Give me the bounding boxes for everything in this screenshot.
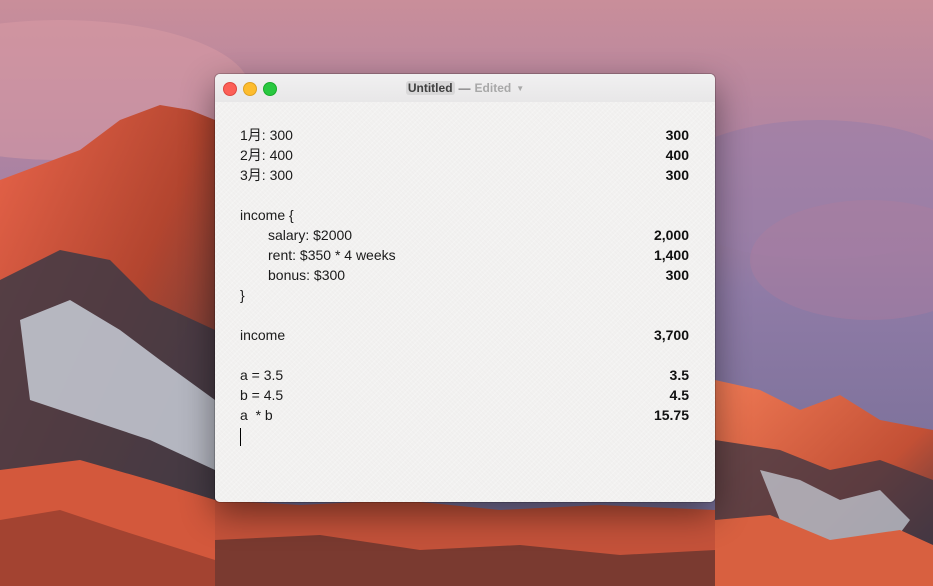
line-result: 4.5 bbox=[669, 387, 689, 403]
chevron-down-icon[interactable]: ▼ bbox=[516, 84, 524, 93]
line-result: 300 bbox=[665, 127, 689, 143]
document-editor[interactable]: 1月: 300 300 2月: 400 400 3月: 300 300 inco… bbox=[215, 102, 715, 502]
calc-line: salary: $2000 2,000 bbox=[240, 225, 689, 245]
line-expression: rent: $350 * 4 weeks bbox=[268, 247, 396, 263]
line-expression: bonus: $300 bbox=[268, 267, 346, 283]
app-window: Untitled — Edited ▼ 1月: 300 300 2月: 400 … bbox=[215, 74, 715, 502]
line-result: 1,400 bbox=[653, 247, 689, 263]
line-expression: 1月: 300 bbox=[240, 127, 293, 143]
text-cursor bbox=[240, 428, 241, 446]
line-expression: a = 3.5 bbox=[240, 367, 284, 383]
title-separator: — bbox=[458, 81, 471, 95]
calc-line: a = 3.5 3.5 bbox=[240, 365, 689, 385]
calc-line: income 3,700 bbox=[240, 325, 689, 345]
line-result: 2,000 bbox=[653, 227, 689, 243]
line-expression: } bbox=[240, 287, 245, 303]
calc-line: 1月: 300 300 bbox=[240, 125, 689, 145]
calc-line: 3月: 300 300 bbox=[240, 165, 689, 185]
calc-line: 2月: 400 400 bbox=[240, 145, 689, 165]
calc-line: } bbox=[240, 285, 689, 305]
calc-line: income { bbox=[240, 205, 689, 225]
line-result: 15.75 bbox=[653, 407, 689, 423]
calc-line: a * b 15.75 bbox=[240, 405, 689, 425]
line-expression: 2月: 400 bbox=[240, 147, 293, 163]
line-result: 3.5 bbox=[669, 367, 689, 383]
line-result: 3,700 bbox=[653, 327, 689, 343]
window-title: Untitled — Edited ▼ bbox=[215, 74, 715, 102]
calc-line: rent: $350 * 4 weeks 1,400 bbox=[240, 245, 689, 265]
line-expression: salary: $2000 bbox=[268, 227, 353, 243]
line-expression: income bbox=[240, 327, 286, 343]
title-bar[interactable]: Untitled — Edited ▼ bbox=[215, 74, 715, 102]
document-status[interactable]: Edited bbox=[475, 81, 512, 95]
line-result: 400 bbox=[665, 147, 689, 163]
line-result: 300 bbox=[665, 267, 689, 283]
line-expression: 3月: 300 bbox=[240, 167, 293, 183]
document-name[interactable]: Untitled bbox=[405, 81, 455, 95]
line-expression: b = 4.5 bbox=[240, 387, 284, 403]
line-expression: a * b bbox=[240, 407, 273, 423]
line-result: 300 bbox=[665, 167, 689, 183]
desktop: Untitled — Edited ▼ 1月: 300 300 2月: 400 … bbox=[0, 0, 933, 586]
calc-line: bonus: $300 300 bbox=[240, 265, 689, 285]
calc-line: b = 4.5 4.5 bbox=[240, 385, 689, 405]
line-expression: income { bbox=[240, 207, 294, 223]
